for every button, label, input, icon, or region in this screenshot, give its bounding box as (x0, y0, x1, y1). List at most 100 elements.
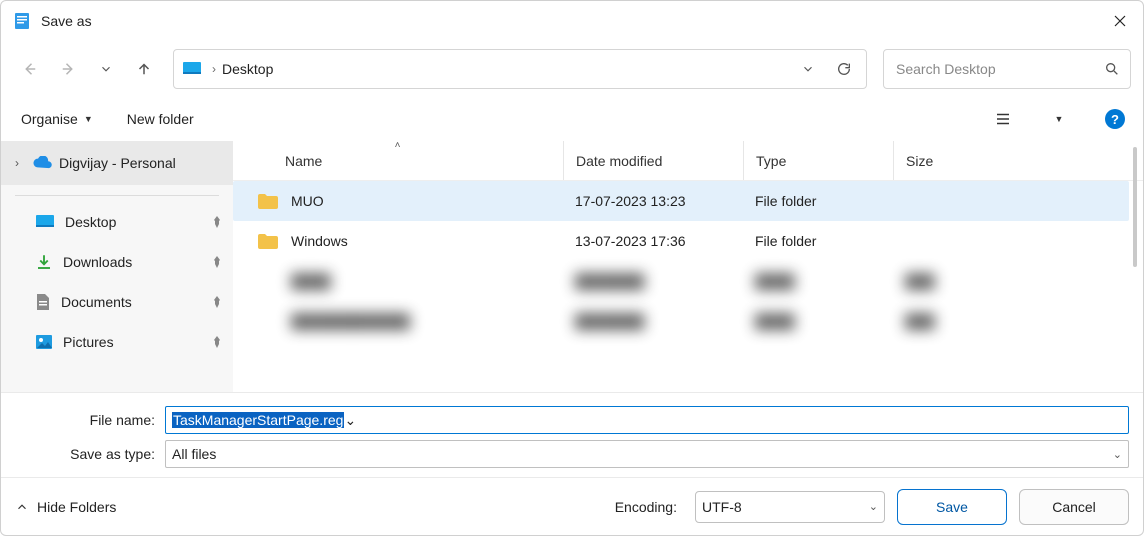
saveastype-combo[interactable]: All files ⌄ (165, 440, 1129, 468)
column-header-type[interactable]: Type (743, 141, 893, 180)
folder-icon (257, 192, 279, 210)
saveastype-row: Save as type: All files ⌄ (15, 437, 1129, 471)
navigation-row: › Desktop (1, 41, 1143, 97)
form-fields: File name: TaskManagerStartPage.reg ⌄ Sa… (1, 392, 1143, 477)
file-type: File folder (743, 233, 893, 249)
chevron-up-icon (15, 500, 29, 514)
encoding-label: Encoding: (615, 499, 677, 515)
file-row-redacted: ████ ██████████████ (233, 261, 1129, 301)
help-icon: ? (1105, 109, 1125, 129)
folder-icon (257, 232, 279, 250)
chevron-right-icon: › (9, 156, 25, 170)
forward-button[interactable] (51, 52, 85, 86)
up-button[interactable] (127, 52, 161, 86)
refresh-icon (836, 61, 852, 77)
filename-input-wrapper[interactable]: TaskManagerStartPage.reg ⌄ (165, 406, 1129, 434)
back-button[interactable] (13, 52, 47, 86)
breadcrumb-chevron-icon: › (212, 62, 216, 76)
notepad-icon (13, 12, 31, 30)
pictures-icon (35, 334, 53, 350)
save-button[interactable]: Save (897, 489, 1007, 525)
search-input[interactable] (894, 60, 1104, 78)
search-icon (1104, 61, 1120, 77)
file-row[interactable]: MUO 17-07-2023 13:23 File folder (233, 181, 1129, 221)
filename-row: File name: TaskManagerStartPage.reg ⌄ (15, 403, 1129, 437)
list-view-icon (994, 110, 1012, 128)
sort-ascending-icon: ˄ (395, 140, 401, 151)
chevron-down-icon: ⌄ (1113, 448, 1122, 461)
pin-icon (211, 215, 223, 229)
desktop-location-icon (182, 61, 202, 77)
arrow-left-icon (21, 60, 39, 78)
navigation-sidebar: › Digvijay - Personal Desktop Downloads … (1, 141, 233, 392)
file-name: MUO (291, 193, 324, 209)
column-header-name[interactable]: ˄ Name (233, 141, 563, 180)
scrollbar-thumb[interactable] (1133, 147, 1137, 267)
sidebar-group-label: Digvijay - Personal (59, 155, 176, 171)
sidebar-item-label: Documents (61, 294, 132, 310)
sidebar-item-label: Desktop (65, 214, 116, 230)
view-options-button[interactable] (989, 105, 1017, 133)
footer: Hide Folders Encoding: UTF-8 ⌄ Save Canc… (1, 477, 1143, 535)
pin-icon (211, 255, 223, 269)
help-button[interactable]: ? (1101, 105, 1129, 133)
pin-icon (211, 295, 223, 309)
file-name: Windows (291, 233, 348, 249)
file-date: 13-07-2023 17:36 (563, 233, 743, 249)
new-folder-label: New folder (127, 111, 194, 127)
chevron-down-icon (99, 62, 113, 76)
file-row-redacted: ████████████ ██████████████ (233, 301, 1129, 341)
column-header-date[interactable]: Date modified (563, 141, 743, 180)
organise-button[interactable]: Organise ▼ (15, 107, 99, 131)
hide-folders-button[interactable]: Hide Folders (15, 499, 116, 515)
body: › Digvijay - Personal Desktop Downloads … (1, 141, 1143, 392)
encoding-value: UTF-8 (702, 499, 742, 515)
arrow-right-icon (59, 60, 77, 78)
sidebar-item-documents[interactable]: Documents (1, 282, 233, 322)
command-toolbar: Organise ▼ New folder ▼ ? (1, 97, 1143, 141)
cancel-button[interactable]: Cancel (1019, 489, 1129, 525)
file-date: 17-07-2023 13:23 (563, 193, 743, 209)
download-icon (35, 253, 53, 271)
file-row[interactable]: Windows 13-07-2023 17:36 File folder (233, 221, 1129, 261)
column-header-size[interactable]: Size (893, 141, 993, 180)
address-dropdown-button[interactable] (790, 51, 826, 87)
close-icon (1114, 15, 1126, 27)
refresh-button[interactable] (826, 51, 862, 87)
view-options-caret[interactable]: ▼ (1045, 105, 1073, 133)
address-bar[interactable]: › Desktop (173, 49, 867, 89)
close-button[interactable] (1097, 1, 1143, 41)
recent-locations-button[interactable] (89, 52, 123, 86)
sidebar-item-pictures[interactable]: Pictures (1, 322, 233, 362)
sidebar-item-downloads[interactable]: Downloads (1, 242, 233, 282)
saveastype-value: All files (172, 446, 216, 462)
sidebar-item-label: Downloads (63, 254, 132, 270)
sidebar-group-onedrive[interactable]: › Digvijay - Personal (1, 141, 233, 185)
filename-dropdown-button[interactable]: ⌄ (344, 412, 356, 429)
arrow-up-icon (135, 60, 153, 78)
file-type: File folder (743, 193, 893, 209)
desktop-icon (35, 214, 55, 230)
save-as-dialog: Save as › Desktop (0, 0, 1144, 536)
file-list-area: ˄ Name Date modified Type Size MUO 17-07… (233, 141, 1143, 392)
document-icon (35, 293, 51, 311)
column-headers: ˄ Name Date modified Type Size (233, 141, 1143, 181)
filename-input[interactable]: TaskManagerStartPage.reg (172, 412, 344, 428)
pin-icon (211, 335, 223, 349)
organise-label: Organise (21, 111, 78, 127)
new-folder-button[interactable]: New folder (121, 107, 200, 131)
window-title: Save as (41, 13, 92, 29)
sidebar-item-desktop[interactable]: Desktop (1, 202, 233, 242)
saveastype-label: Save as type: (15, 446, 155, 462)
chevron-down-icon: ⌄ (869, 500, 878, 513)
chevron-down-icon (801, 62, 815, 76)
title-bar: Save as (1, 1, 1143, 41)
breadcrumb-location[interactable]: Desktop (222, 61, 273, 77)
sidebar-separator (15, 195, 219, 196)
filename-label: File name: (15, 412, 155, 428)
onedrive-icon (31, 156, 53, 170)
encoding-combo[interactable]: UTF-8 ⌄ (695, 491, 885, 523)
hide-folders-label: Hide Folders (37, 499, 116, 515)
file-rows: MUO 17-07-2023 13:23 File folder Windows… (233, 181, 1143, 392)
search-box[interactable] (883, 49, 1131, 89)
